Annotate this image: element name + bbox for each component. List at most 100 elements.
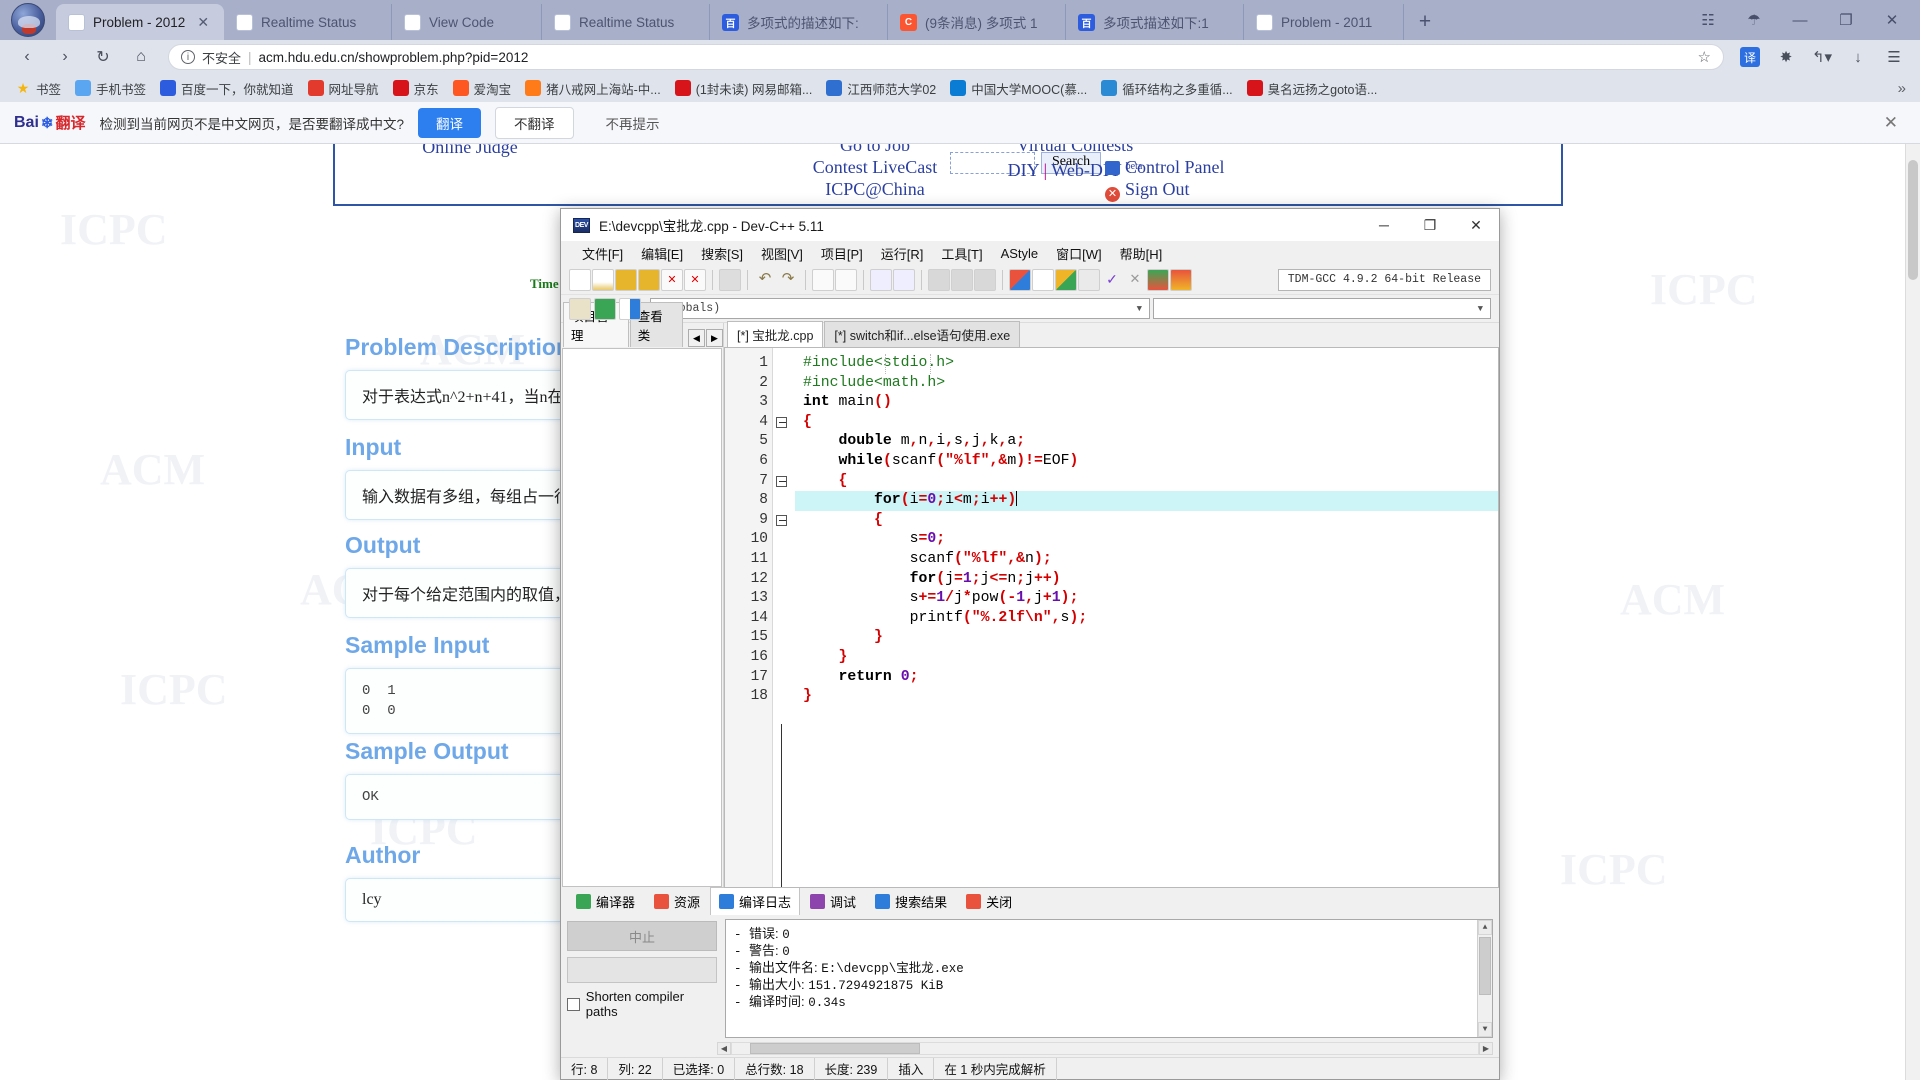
undo-button[interactable]: ↶ bbox=[754, 269, 776, 291]
back-button[interactable]: ‹ bbox=[10, 42, 44, 72]
bookmarks-overflow-button[interactable]: » bbox=[1898, 80, 1912, 97]
code-line[interactable]: s+=1/j*pow(-1,j+1); bbox=[795, 589, 1498, 609]
bookmark-item[interactable]: 猪八戒网上海站-中... bbox=[518, 76, 668, 101]
redo-button[interactable]: ↷ bbox=[777, 269, 799, 291]
tab-close-icon[interactable]: ✕ bbox=[197, 14, 209, 31]
compile-button[interactable] bbox=[1009, 268, 1031, 291]
code-line[interactable]: #include<math.h> bbox=[795, 374, 1498, 394]
devcpp-minimize-button[interactable]: ─ bbox=[1361, 209, 1407, 241]
goto-line-button[interactable] bbox=[870, 268, 892, 291]
bookmark-item[interactable]: 中国大学MOOC(慕... bbox=[943, 76, 1094, 101]
stop-execution-button[interactable]: ✕ bbox=[1124, 269, 1146, 291]
bookmark-item[interactable]: 网址导航 bbox=[301, 76, 386, 101]
code-line[interactable]: #include<stdio.h> bbox=[795, 354, 1498, 374]
extensions-icon[interactable]: ✸ bbox=[1770, 42, 1802, 72]
menu-item[interactable]: 项目[P] bbox=[812, 242, 872, 265]
history-back-icon[interactable]: ↰▾ bbox=[1806, 42, 1838, 72]
devcpp-titlebar[interactable]: DEV E:\devcpp\宝批龙.cpp - Dev-C++ 5.11 ─ ❐… bbox=[561, 209, 1499, 241]
menu-icon[interactable]: ☰ bbox=[1878, 42, 1910, 72]
menu-item[interactable]: 编辑[E] bbox=[632, 242, 692, 265]
new-tab-button[interactable]: + bbox=[1404, 4, 1446, 40]
code-editor[interactable]: 1 2 3 4 5 6 7 8 9 10 11 12 13 14 15 16 17 18 #include<std… bbox=[724, 347, 1499, 888]
menu-item[interactable]: 视图[V] bbox=[752, 242, 812, 265]
header-control-panel[interactable]: Control Panel bbox=[1125, 157, 1225, 177]
devcpp-close-button[interactable]: ✕ bbox=[1453, 209, 1499, 241]
header-icpc-china[interactable]: ICPC@China bbox=[715, 178, 1035, 200]
code-line[interactable]: return 0; bbox=[795, 668, 1498, 688]
abort-button[interactable]: 中止 bbox=[567, 921, 717, 951]
menu-item[interactable]: 帮助[H] bbox=[1111, 242, 1172, 265]
bottom-tab[interactable]: 关闭 bbox=[957, 887, 1021, 916]
scroll-down-icon[interactable]: ▼ bbox=[1478, 1022, 1492, 1037]
code-line[interactable]: scanf("%lf",&n); bbox=[795, 550, 1498, 570]
close-icon[interactable]: ✕ bbox=[1870, 2, 1914, 38]
compiler-selector[interactable]: TDM-GCC 4.9.2 64-bit Release bbox=[1277, 268, 1491, 291]
log-scroll-thumb[interactable] bbox=[1479, 937, 1491, 995]
menu-item[interactable]: 文件[F] bbox=[573, 242, 632, 265]
indent-button[interactable] bbox=[893, 268, 915, 291]
new-file-button[interactable] bbox=[569, 268, 591, 291]
scroll-left-icon[interactable]: ◀ bbox=[717, 1042, 731, 1055]
header-sign-out[interactable]: Sign Out bbox=[1125, 179, 1190, 199]
profile-avatar[interactable] bbox=[0, 0, 56, 40]
bottom-tab[interactable]: 搜索结果 bbox=[866, 887, 956, 916]
next-bookmark-button[interactable] bbox=[951, 268, 973, 291]
header-online-judge[interactable]: Online Judge bbox=[422, 144, 517, 157]
cast-icon[interactable]: ☷ bbox=[1686, 2, 1730, 38]
bottom-tab[interactable]: 资源 bbox=[645, 887, 709, 916]
toggle-bookmark-button[interactable] bbox=[974, 268, 996, 291]
bottom-tab[interactable]: 调试 bbox=[801, 887, 865, 916]
compile-run-button[interactable] bbox=[1055, 268, 1077, 291]
code-line[interactable]: for(j=1;j<=n;j++) bbox=[795, 570, 1498, 590]
prev-bookmark-button[interactable] bbox=[928, 268, 950, 291]
code-line[interactable]: for(i=0;i<m;i++) bbox=[795, 491, 1498, 511]
translate-icon[interactable]: 译 bbox=[1734, 42, 1766, 72]
menu-item[interactable]: 窗口[W] bbox=[1047, 242, 1111, 265]
never-translate-button[interactable]: 不再提示 bbox=[588, 108, 678, 138]
print-button[interactable] bbox=[719, 268, 741, 291]
translate-button[interactable]: 翻译 bbox=[418, 107, 482, 138]
shorten-paths-row[interactable]: Shorten compiler paths bbox=[567, 989, 717, 1019]
find-button[interactable] bbox=[812, 268, 834, 291]
menu-item[interactable]: 搜索[S] bbox=[692, 242, 752, 265]
bookmark-item[interactable]: 江西师范大学02 bbox=[819, 76, 943, 101]
save-all-button[interactable] bbox=[638, 268, 660, 291]
browser-tab[interactable]: e Problem - 2012 ✕ bbox=[56, 4, 224, 40]
bookmark-item[interactable]: ★ 书签 bbox=[8, 76, 68, 101]
browser-tab[interactable]: e Realtime Status bbox=[224, 4, 392, 40]
fold-toggle-icon[interactable] bbox=[776, 514, 787, 526]
code-line[interactable]: { bbox=[795, 472, 1498, 492]
log-horizontal-scrollbar[interactable] bbox=[731, 1042, 1479, 1055]
bookmark-item[interactable]: 百度一下，你就知道 bbox=[153, 76, 301, 101]
code-line[interactable]: int main() bbox=[795, 393, 1498, 413]
compile-log-box[interactable]: - 错误: 0- 警告: 0- 输出文件名: E:\devcpp\宝批龙.exe… bbox=[725, 919, 1493, 1038]
downloads-icon[interactable]: ↓ bbox=[1842, 42, 1874, 72]
bottom-tab[interactable]: 编译日志 bbox=[710, 887, 801, 916]
project-manager-panel[interactable] bbox=[562, 348, 722, 887]
code-line[interactable]: } bbox=[795, 628, 1498, 648]
bottom-tab[interactable]: 编译器 bbox=[567, 887, 644, 916]
page-scrollbar-thumb[interactable] bbox=[1908, 160, 1918, 280]
syntax-check-button[interactable]: ✓ bbox=[1101, 269, 1123, 291]
wardrobe-icon[interactable]: ☂ bbox=[1732, 2, 1776, 38]
menu-item[interactable]: 工具[T] bbox=[932, 242, 991, 265]
bookmark-item[interactable]: 京东 bbox=[386, 76, 446, 101]
code-line[interactable]: while(scanf("%lf",&m)!=EOF) bbox=[795, 452, 1498, 472]
close-all-button[interactable]: ✕ bbox=[684, 268, 706, 291]
bookmark-star-icon[interactable]: ☆ bbox=[1698, 48, 1711, 66]
maximize-icon[interactable]: ❐ bbox=[1824, 2, 1868, 38]
member-combo[interactable]: ▼ bbox=[1153, 298, 1491, 319]
toggle-breakpoint-button[interactable] bbox=[594, 297, 616, 320]
code-text-area[interactable]: #include<stdio.h> #include<math.h> int mai… bbox=[795, 348, 1498, 887]
header-diy[interactable]: DIY bbox=[1008, 160, 1039, 180]
page-scrollbar[interactable] bbox=[1905, 144, 1920, 1080]
code-line[interactable]: { bbox=[795, 413, 1498, 433]
no-translate-button[interactable]: 不翻译 bbox=[495, 106, 574, 139]
code-line[interactable]: s=0; bbox=[795, 530, 1498, 550]
translate-close-icon[interactable]: ✕ bbox=[1884, 113, 1906, 133]
browser-tab[interactable]: 百多项式的描述如下: bbox=[710, 4, 888, 40]
scope-combo[interactable]: (globals) ▼ bbox=[650, 298, 1150, 319]
code-line[interactable]: { bbox=[795, 511, 1498, 531]
editor-tab[interactable]: [*] switch和if...else语句使用.exe bbox=[824, 321, 1021, 347]
insert-button[interactable] bbox=[569, 297, 591, 320]
